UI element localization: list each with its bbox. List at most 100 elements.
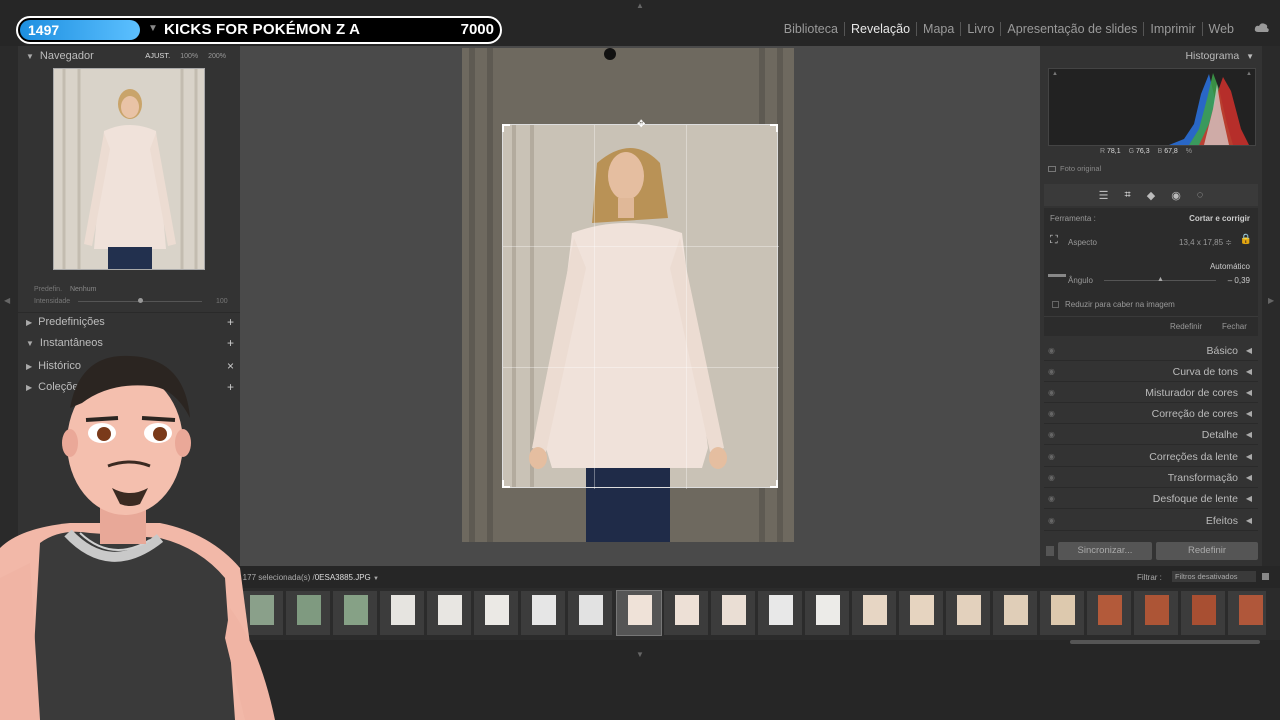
right-panel-toggle-icon[interactable]: ▶	[1268, 296, 1274, 305]
histogram[interactable]: ▲ ▲	[1048, 68, 1256, 146]
film-thumb[interactable]	[473, 590, 519, 636]
caret-down-icon[interactable]: ▼	[373, 576, 379, 582]
film-thumb[interactable]	[992, 590, 1038, 636]
checkbox-icon[interactable]	[1048, 166, 1056, 173]
section-basico[interactable]: ◉ Básico ◀	[1044, 341, 1258, 361]
filter-select[interactable]: Filtros desativados	[1172, 571, 1256, 582]
edit-sliders-icon[interactable]: ☰	[1099, 189, 1109, 202]
eye-icon[interactable]: ◉	[1048, 447, 1055, 467]
film-thumb[interactable]	[1180, 590, 1226, 636]
module-livro[interactable]: Livro	[960, 22, 1000, 36]
module-mapa[interactable]: Mapa	[916, 22, 960, 36]
module-apresentacao[interactable]: Apresentação de slides	[1000, 22, 1143, 36]
module-biblioteca[interactable]: Biblioteca	[778, 22, 844, 36]
auto-sync-toggle[interactable]	[1046, 546, 1054, 556]
section-detalhe[interactable]: ◉ Detalhe ◀	[1044, 425, 1258, 445]
crop-close-button[interactable]: Fechar	[1222, 322, 1247, 331]
cloud-sync-icon[interactable]	[1254, 22, 1270, 32]
module-web[interactable]: Web	[1201, 22, 1240, 36]
masking-icon[interactable]: ◌	[1197, 189, 1204, 201]
zoom-100-option[interactable]: 100%	[180, 53, 198, 60]
section-correcoes-da-lente[interactable]: ◉ Correções da lente ◀	[1044, 447, 1258, 467]
film-thumb[interactable]	[710, 590, 756, 636]
film-thumb[interactable]	[285, 590, 331, 636]
add-preset-icon[interactable]: +	[227, 312, 234, 332]
film-thumb[interactable]	[426, 590, 472, 636]
crop-overlay[interactable]: ✥	[502, 119, 779, 489]
caret-down-icon: ▼	[148, 23, 158, 34]
original-photo-toggle[interactable]: Foto original	[1048, 164, 1101, 173]
section-correcao-de-cores[interactable]: ◉ Correção de cores ◀	[1044, 404, 1258, 424]
eye-icon[interactable]: ◉	[1048, 489, 1055, 509]
eye-icon[interactable]: ◉	[1048, 383, 1055, 403]
sync-button[interactable]: Sincronizar...	[1058, 542, 1152, 560]
navigator-zoom-options: AJUST. 100% 200%	[145, 46, 226, 67]
film-thumb[interactable]	[945, 590, 991, 636]
crop-frame-icon[interactable]: ⛶	[1050, 234, 1058, 247]
right-panel-edge[interactable]: ▶	[1262, 46, 1280, 566]
straighten-tool-icon[interactable]	[1048, 274, 1066, 277]
section-misturador-de-cores[interactable]: ◉ Misturador de cores ◀	[1044, 383, 1258, 403]
crop-reset-button[interactable]: Redefinir	[1170, 322, 1202, 331]
current-filename[interactable]: 0ESA3885.JPG	[315, 573, 371, 582]
film-thumb[interactable]	[663, 590, 709, 636]
film-thumb[interactable]	[1086, 590, 1132, 636]
film-thumb[interactable]	[851, 590, 897, 636]
eye-icon[interactable]: ◉	[1048, 425, 1055, 445]
film-thumb[interactable]	[1227, 590, 1267, 636]
intensity-slider-thumb[interactable]	[138, 298, 143, 303]
crop-tool-icon[interactable]: ⌗	[1125, 189, 1131, 202]
film-thumb[interactable]	[379, 590, 425, 636]
film-thumb[interactable]	[1133, 590, 1179, 636]
left-panel-toggle-icon[interactable]: ◀	[4, 296, 10, 305]
eye-icon[interactable]: ◉	[1048, 511, 1055, 531]
eye-icon[interactable]: ◉	[1048, 468, 1055, 488]
preset-value[interactable]: Nenhum	[70, 286, 96, 293]
top-panel-toggle-icon[interactable]: ▲	[636, 1, 644, 10]
red-eye-icon[interactable]: ◉	[1171, 189, 1181, 202]
constrain-option[interactable]: Reduzir para caber na imagem	[1052, 300, 1175, 309]
checkbox-icon[interactable]	[1052, 301, 1059, 309]
navigator-header[interactable]: ▼ Navegador AJUST. 100% 200%	[18, 46, 240, 66]
eye-icon[interactable]: ◉	[1048, 341, 1055, 361]
reset-button[interactable]: Redefinir	[1156, 542, 1258, 560]
navigator-preview[interactable]	[53, 68, 205, 270]
film-thumb[interactable]	[1039, 590, 1085, 636]
lock-icon[interactable]: 🔒	[1240, 234, 1252, 245]
module-imprimir[interactable]: Imprimir	[1143, 22, 1201, 36]
triangle-left-icon: ◀	[1245, 452, 1252, 461]
film-thumb[interactable]	[804, 590, 850, 636]
section-desfoque-de-lente[interactable]: ◉ Desfoque de lente ◀	[1044, 489, 1258, 509]
section-predefinicoes[interactable]: ▶ Predefinições +	[18, 312, 240, 332]
crop-tool-panel: Ferramenta : Cortar e corrigir ⛶ Aspecto…	[1044, 208, 1258, 336]
film-thumb[interactable]	[757, 590, 803, 636]
film-thumb[interactable]	[332, 590, 378, 636]
eye-icon[interactable]: ◉	[1048, 362, 1055, 382]
triangle-left-icon: ◀	[1245, 388, 1252, 397]
film-thumb-selected[interactable]	[616, 590, 662, 636]
zoom-200-option[interactable]: 200%	[208, 53, 226, 60]
overlay-title: KICKS FOR POKÉMON Z A	[164, 21, 361, 38]
blue-value: 67,8	[1164, 148, 1178, 155]
preset-controls: Predefin. Nenhum Intensidade 100	[18, 282, 240, 312]
right-panel: Histograma ▼ ▲ ▲ R 78,1 G 76,3 B 67,8 % …	[1040, 46, 1262, 566]
filmstrip-toggle-icon[interactable]: ▼	[636, 650, 644, 659]
heal-tool-icon[interactable]: ◆	[1147, 189, 1155, 202]
module-revelacao[interactable]: Revelação	[843, 22, 916, 36]
section-efeitos[interactable]: ◉ Efeitos ◀	[1044, 511, 1258, 531]
angle-slider-thumb[interactable]: ▲	[1157, 276, 1164, 283]
eye-icon[interactable]: ◉	[1048, 404, 1055, 424]
film-thumb[interactable]	[567, 590, 613, 636]
section-transformacao[interactable]: ◉ Transformação ◀	[1044, 468, 1258, 488]
section-curva-de-tons[interactable]: ◉ Curva de tons ◀	[1044, 362, 1258, 382]
aspect-select[interactable]: 13,4 x 17,85 ≑	[1179, 238, 1232, 247]
film-thumb[interactable]	[520, 590, 566, 636]
shadow-clip-icon[interactable]: ▲	[1052, 71, 1058, 77]
auto-straighten-button[interactable]: Automático	[1210, 262, 1250, 271]
filter-lock-icon[interactable]	[1262, 573, 1269, 580]
histogram-header[interactable]: Histograma ▼	[1185, 50, 1254, 62]
zoom-fit-option[interactable]: AJUST.	[145, 51, 170, 60]
filmstrip-scrollbar[interactable]	[1070, 640, 1260, 644]
highlight-clip-icon[interactable]: ▲	[1246, 71, 1252, 77]
film-thumb[interactable]	[898, 590, 944, 636]
